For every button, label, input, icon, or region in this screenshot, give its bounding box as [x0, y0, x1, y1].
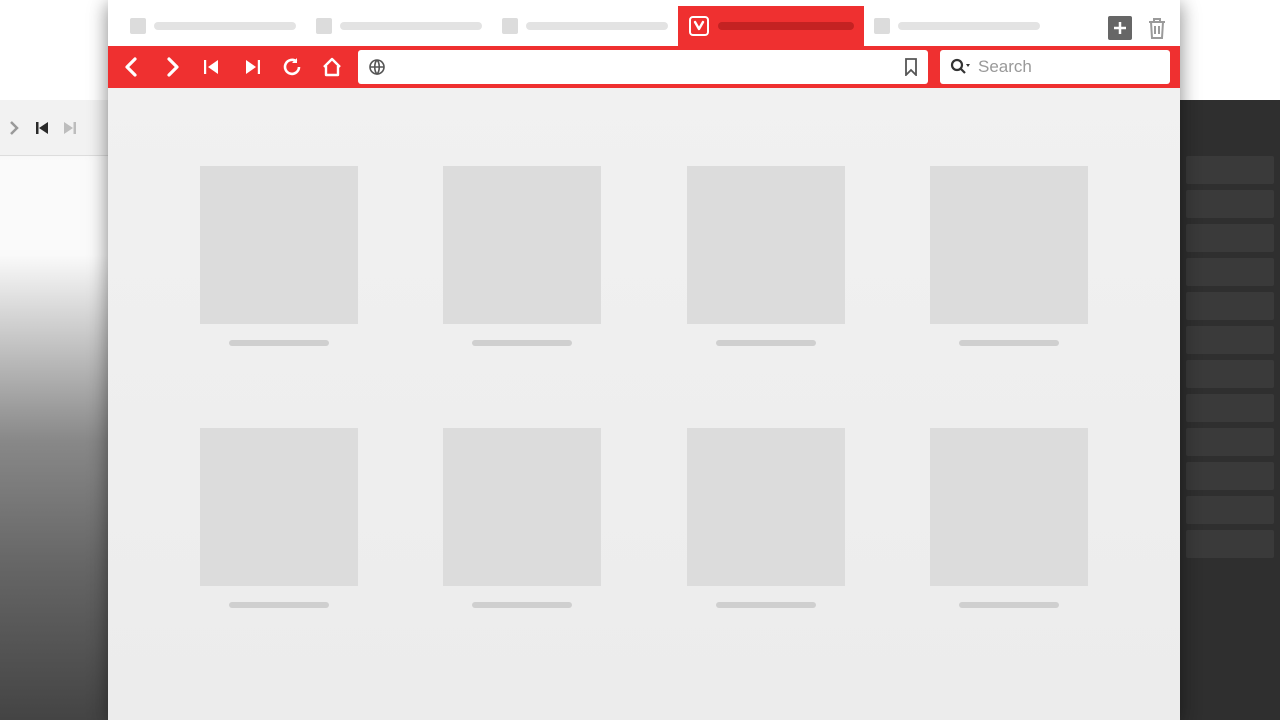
list-item	[1186, 190, 1274, 218]
tab-strip	[108, 0, 1180, 46]
list-item	[1186, 428, 1274, 456]
list-item	[1186, 258, 1274, 286]
speed-dial-label	[229, 340, 329, 346]
speed-dial-label	[716, 340, 816, 346]
url-input[interactable]	[396, 58, 894, 76]
tab-label	[898, 22, 1040, 30]
speed-dial-item[interactable]	[930, 166, 1088, 346]
forward-button[interactable]	[158, 53, 186, 81]
speed-dial-thumbnail	[200, 428, 358, 586]
list-item	[1186, 292, 1274, 320]
speed-dial-item[interactable]	[930, 428, 1088, 608]
speed-dial-thumbnail	[200, 166, 358, 324]
speed-dial-label	[472, 340, 572, 346]
search-field[interactable]	[940, 50, 1170, 84]
tab-favicon	[502, 18, 518, 34]
tab-label	[526, 22, 668, 30]
tab-favicon	[316, 18, 332, 34]
skip-next-icon[interactable]	[62, 120, 78, 136]
back-button[interactable]	[118, 53, 146, 81]
speed-dial-label	[229, 602, 329, 608]
speed-dial	[108, 88, 1180, 720]
speed-dial-label	[472, 602, 572, 608]
fast-forward-button[interactable]	[238, 53, 266, 81]
reload-button[interactable]	[278, 53, 306, 81]
list-item	[1186, 326, 1274, 354]
list-item	[1186, 530, 1274, 558]
tab-favicon	[130, 18, 146, 34]
speed-dial-thumbnail	[443, 166, 601, 324]
speed-dial-label	[716, 602, 816, 608]
list-item	[1186, 394, 1274, 422]
address-bar[interactable]	[358, 50, 928, 84]
globe-icon	[368, 58, 386, 76]
speed-dial-item[interactable]	[443, 166, 601, 346]
bookmark-icon[interactable]	[904, 58, 918, 76]
tab-active[interactable]	[678, 6, 864, 46]
list-item	[1186, 496, 1274, 524]
navigation-toolbar	[108, 46, 1180, 88]
speed-dial-item[interactable]	[200, 166, 358, 346]
new-tab-button[interactable]	[1108, 16, 1132, 40]
vivaldi-logo-icon	[688, 15, 710, 37]
background-window-right	[1180, 100, 1280, 720]
forward-icon[interactable]	[6, 120, 22, 136]
speed-dial-thumbnail	[687, 428, 845, 586]
speed-dial-thumbnail	[930, 166, 1088, 324]
list-item	[1186, 360, 1274, 388]
tab[interactable]	[306, 6, 492, 46]
speed-dial-item[interactable]	[200, 428, 358, 608]
tab[interactable]	[864, 6, 1050, 46]
skip-previous-icon[interactable]	[34, 120, 50, 136]
speed-dial-thumbnail	[443, 428, 601, 586]
tab-label	[154, 22, 296, 30]
speed-dial-label	[959, 602, 1059, 608]
list-item	[1186, 156, 1274, 184]
speed-dial-item[interactable]	[687, 428, 845, 608]
browser-window	[108, 0, 1180, 720]
home-button[interactable]	[318, 53, 346, 81]
tab-favicon	[874, 18, 890, 34]
speed-dial-item[interactable]	[443, 428, 601, 608]
speed-dial-thumbnail	[687, 166, 845, 324]
tab-actions	[1108, 16, 1168, 46]
speed-dial-item[interactable]	[687, 166, 845, 346]
search-input[interactable]	[978, 57, 1199, 77]
tab[interactable]	[120, 6, 306, 46]
tab-label	[340, 22, 482, 30]
rewind-button[interactable]	[198, 53, 226, 81]
search-icon	[950, 58, 970, 76]
speed-dial-thumbnail	[930, 428, 1088, 586]
tab[interactable]	[492, 6, 678, 46]
closed-tabs-trash-button[interactable]	[1146, 16, 1168, 40]
list-item	[1186, 462, 1274, 490]
list-item	[1186, 224, 1274, 252]
tab-label	[718, 22, 854, 30]
speed-dial-label	[959, 340, 1059, 346]
background-window-left	[0, 100, 108, 720]
media-controls	[0, 100, 108, 156]
